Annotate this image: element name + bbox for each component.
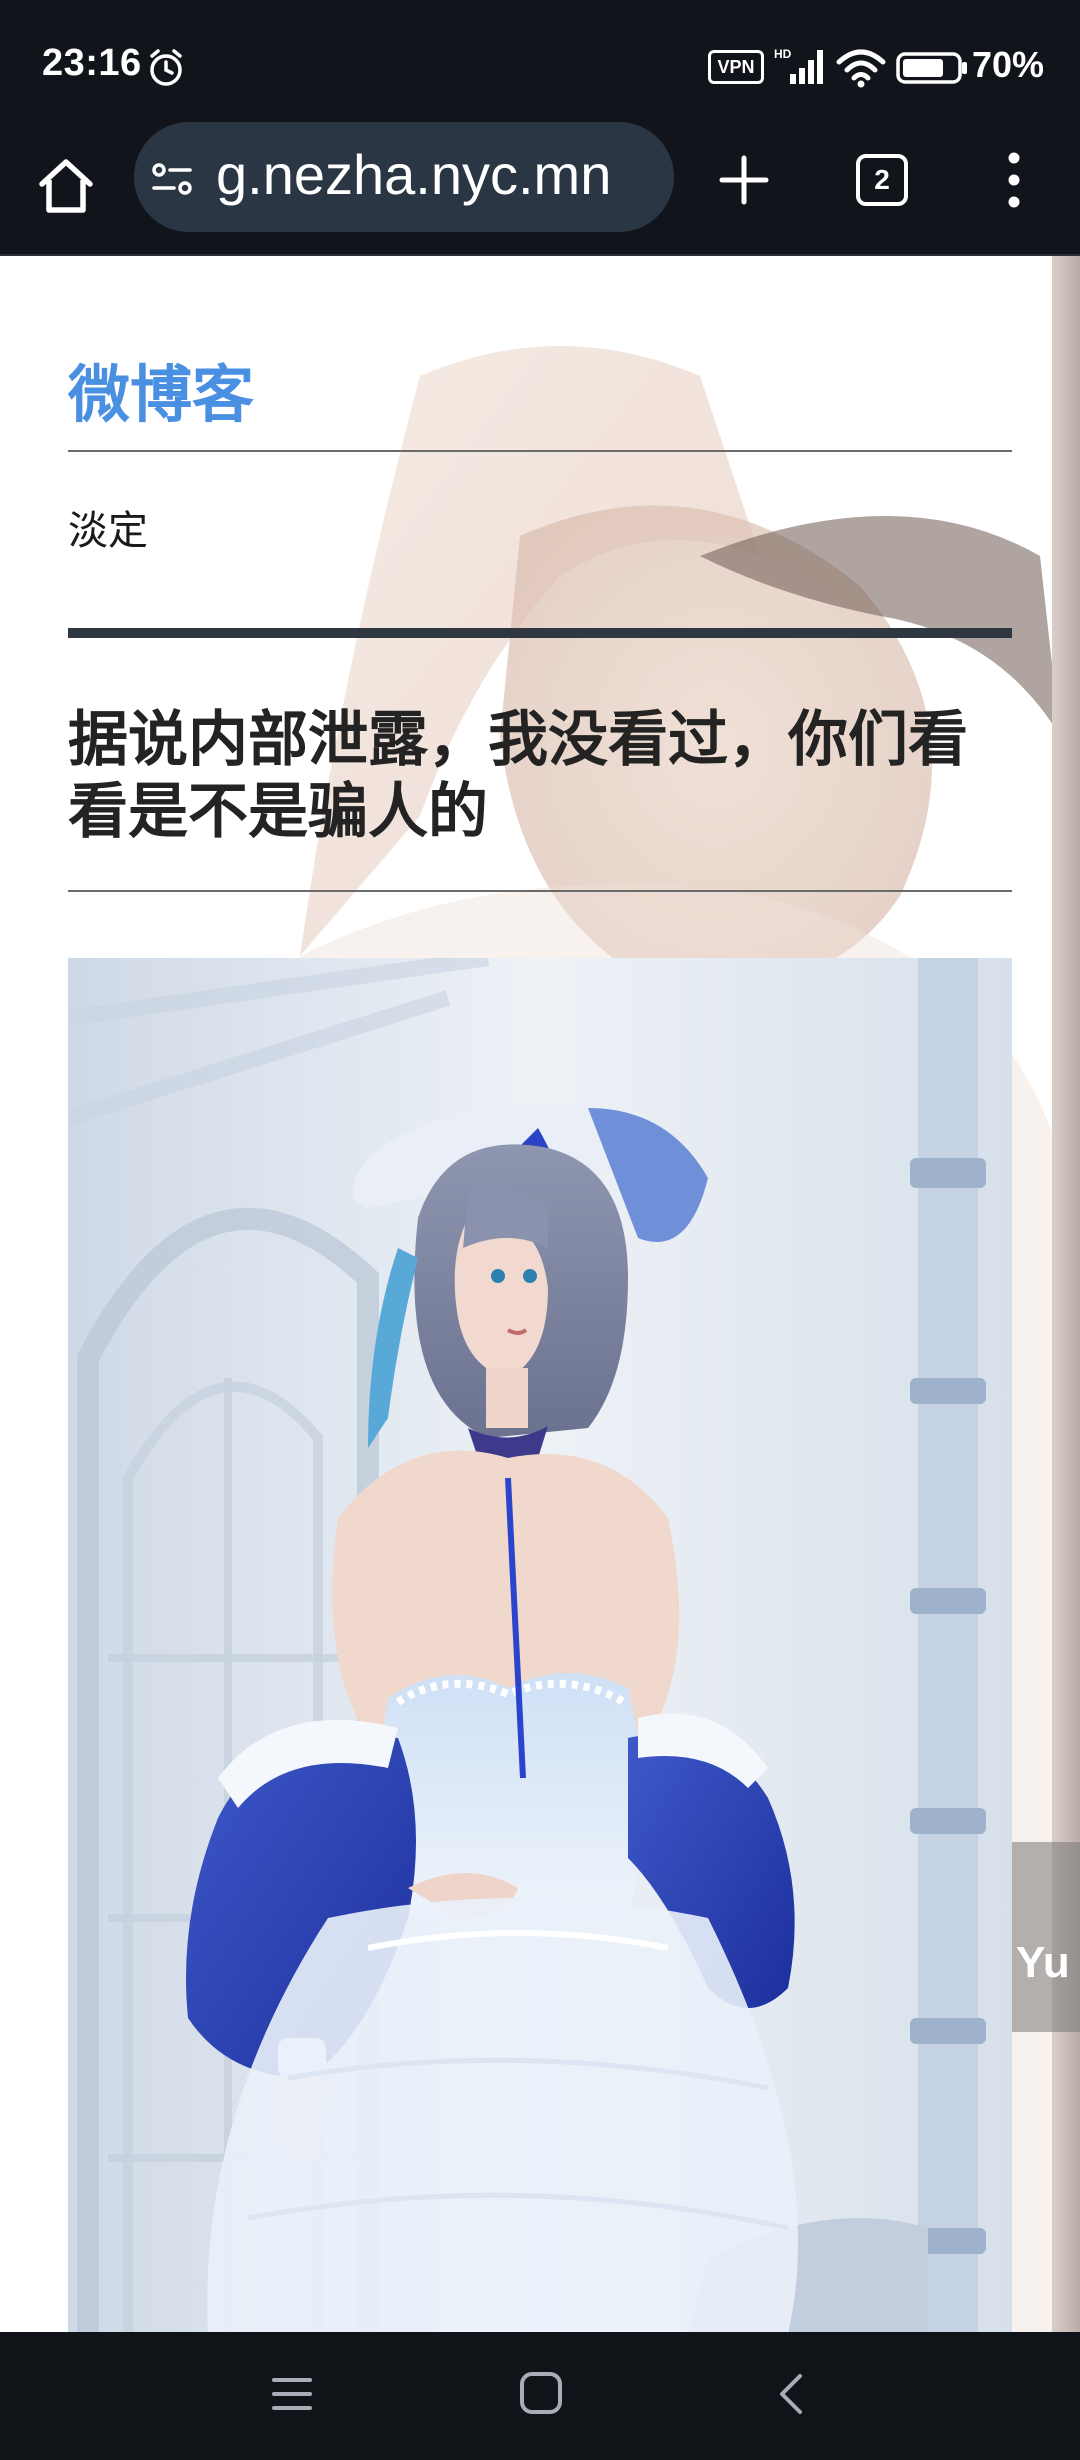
- battery-percent: 70%: [972, 44, 1045, 85]
- network-type-label: HD: [774, 47, 792, 61]
- back-chevron-icon[interactable]: [776, 2372, 806, 2416]
- floating-tab-label: Yu: [1016, 1938, 1070, 1987]
- site-info-icon[interactable]: [150, 158, 194, 202]
- more-vert-icon[interactable]: [994, 146, 1034, 214]
- plus-icon[interactable]: [712, 148, 776, 212]
- title-divider: [68, 450, 1012, 452]
- battery-icon: [896, 52, 967, 84]
- status-time: 23:16: [42, 42, 142, 84]
- post-title-divider: [68, 890, 1012, 892]
- system-nav-bar: [0, 2332, 1080, 2460]
- vpn-badge: VPN: [708, 50, 764, 84]
- post-image[interactable]: [68, 958, 1012, 2332]
- alarm-icon: [150, 49, 182, 86]
- home-icon[interactable]: [30, 150, 102, 222]
- tab-switcher-icon[interactable]: 2: [856, 154, 908, 206]
- post-title[interactable]: 据说内部泄露，我没看过，你们看看是不是骗人的: [68, 704, 1012, 848]
- menu-icon[interactable]: [270, 2372, 314, 2416]
- floating-side-tab[interactable]: Yu: [1012, 1842, 1080, 2032]
- cosplay-photo: [68, 958, 1012, 2332]
- status-bar: 23:16 VPN HD 70%: [0, 0, 1080, 132]
- header-divider: [68, 628, 1012, 638]
- wifi-icon: [836, 49, 886, 88]
- url-text[interactable]: g.nezha.nyc.mn: [216, 142, 611, 207]
- blog-title[interactable]: 微博客: [68, 344, 254, 434]
- home-square-icon[interactable]: [518, 2370, 564, 2416]
- signal-icon: HD: [774, 47, 823, 84]
- web-page[interactable]: 微博客 淡定 据说内部泄露，我没看过，你们看看是不是骗人的 Yu: [0, 256, 1080, 2332]
- blog-subtitle: 淡定: [68, 508, 148, 554]
